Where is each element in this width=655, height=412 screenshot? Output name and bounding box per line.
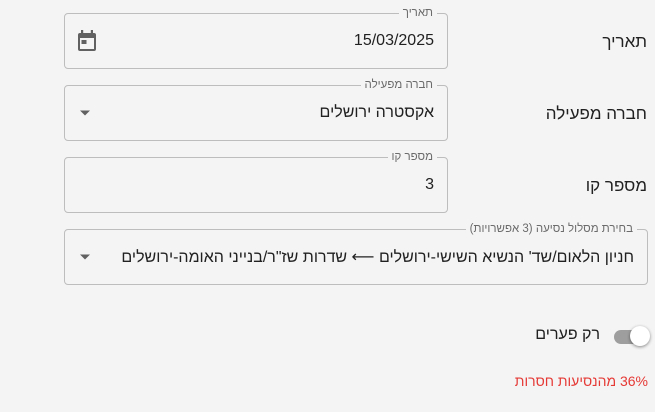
route-select-legend: בחירת מסלול נסיעה (3 אפשרויות) — [465, 222, 637, 236]
date-value: 15/03/2025 — [353, 32, 434, 49]
gaps-only-toggle[interactable] — [612, 325, 650, 347]
date-row-label: תאריך — [602, 32, 647, 51]
date-field[interactable]: תאריך 15/03/2025 — [64, 6, 448, 69]
gaps-only-toggle-label: רק פערים — [535, 326, 600, 343]
dropdown-caret-icon — [80, 110, 90, 116]
gaps-only-toggle-knob — [630, 326, 650, 346]
date-field-legend: תאריך — [398, 6, 437, 20]
calendar-icon[interactable] — [77, 30, 97, 52]
operator-select[interactable]: חברה מפעילה אקסטרה ירושלים — [64, 78, 448, 141]
operator-selected-value: אקסטרה ירושלים — [319, 104, 434, 121]
line-number-value: 3 — [425, 176, 434, 193]
line-number-field-legend: מספר קו — [387, 150, 437, 164]
route-select[interactable]: בחירת מסלול נסיעה (3 אפשרויות) חניון הלא… — [64, 222, 648, 285]
operator-row-label: חברה מפעילה — [545, 104, 647, 123]
operator-select-legend: חברה מפעילה — [360, 78, 437, 92]
missing-trips-stat: 36% מהנסיעות חסרות — [514, 373, 648, 389]
route-selected-value: חניון הלאום/שד' הנשיא השישי-ירושלים ⟵ שד… — [121, 249, 634, 266]
trip-filter-page: תאריך תאריך 15/03/2025 חברה מפעילה חברה … — [0, 0, 655, 412]
dropdown-caret-icon — [80, 254, 90, 260]
line-number-field[interactable]: מספר קו 3 — [64, 150, 448, 213]
line-number-row-label: מספר קו — [585, 176, 647, 195]
